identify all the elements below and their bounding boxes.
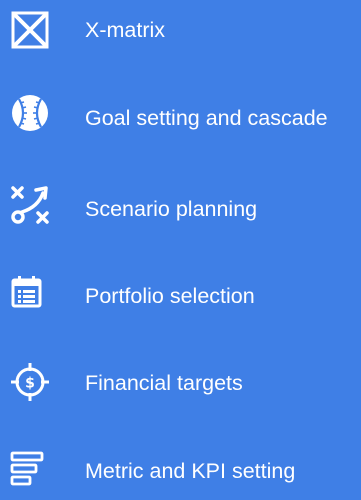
x-matrix-icon [8, 6, 52, 50]
menu-item-scenario-planning[interactable]: Scenario planning [0, 176, 361, 236]
menu-item-label: Scenario planning [85, 197, 258, 221]
menu-item-financial-targets[interactable]: $ Financial targets [0, 352, 361, 412]
tiered-bars-icon [8, 449, 52, 493]
strategy-play-icon [8, 183, 52, 227]
menu-item-label: X-matrix [85, 18, 166, 42]
menu-item-label: Metric and KPI setting [85, 459, 296, 483]
menu-item-goal-setting[interactable]: Goal setting and cascade [0, 87, 361, 147]
menu-item-x-matrix[interactable]: X-matrix [0, 0, 361, 60]
menu-item-label: Financial targets [85, 371, 243, 395]
menu-item-label: Goal setting and cascade [85, 106, 328, 130]
baseball-icon [8, 91, 52, 135]
menu-item-metric-kpi-setting[interactable]: Metric and KPI setting [0, 440, 361, 500]
menu-item-label: Portfolio selection [85, 284, 255, 308]
menu-item-portfolio-selection[interactable]: Portfolio selection [0, 263, 361, 323]
solutions-menu: X-matrix Goal setting and cascade Scenar… [0, 0, 361, 494]
dollar-target-icon: $ [8, 359, 52, 403]
svg-text:$: $ [25, 376, 35, 392]
calendar-list-icon [8, 271, 52, 315]
